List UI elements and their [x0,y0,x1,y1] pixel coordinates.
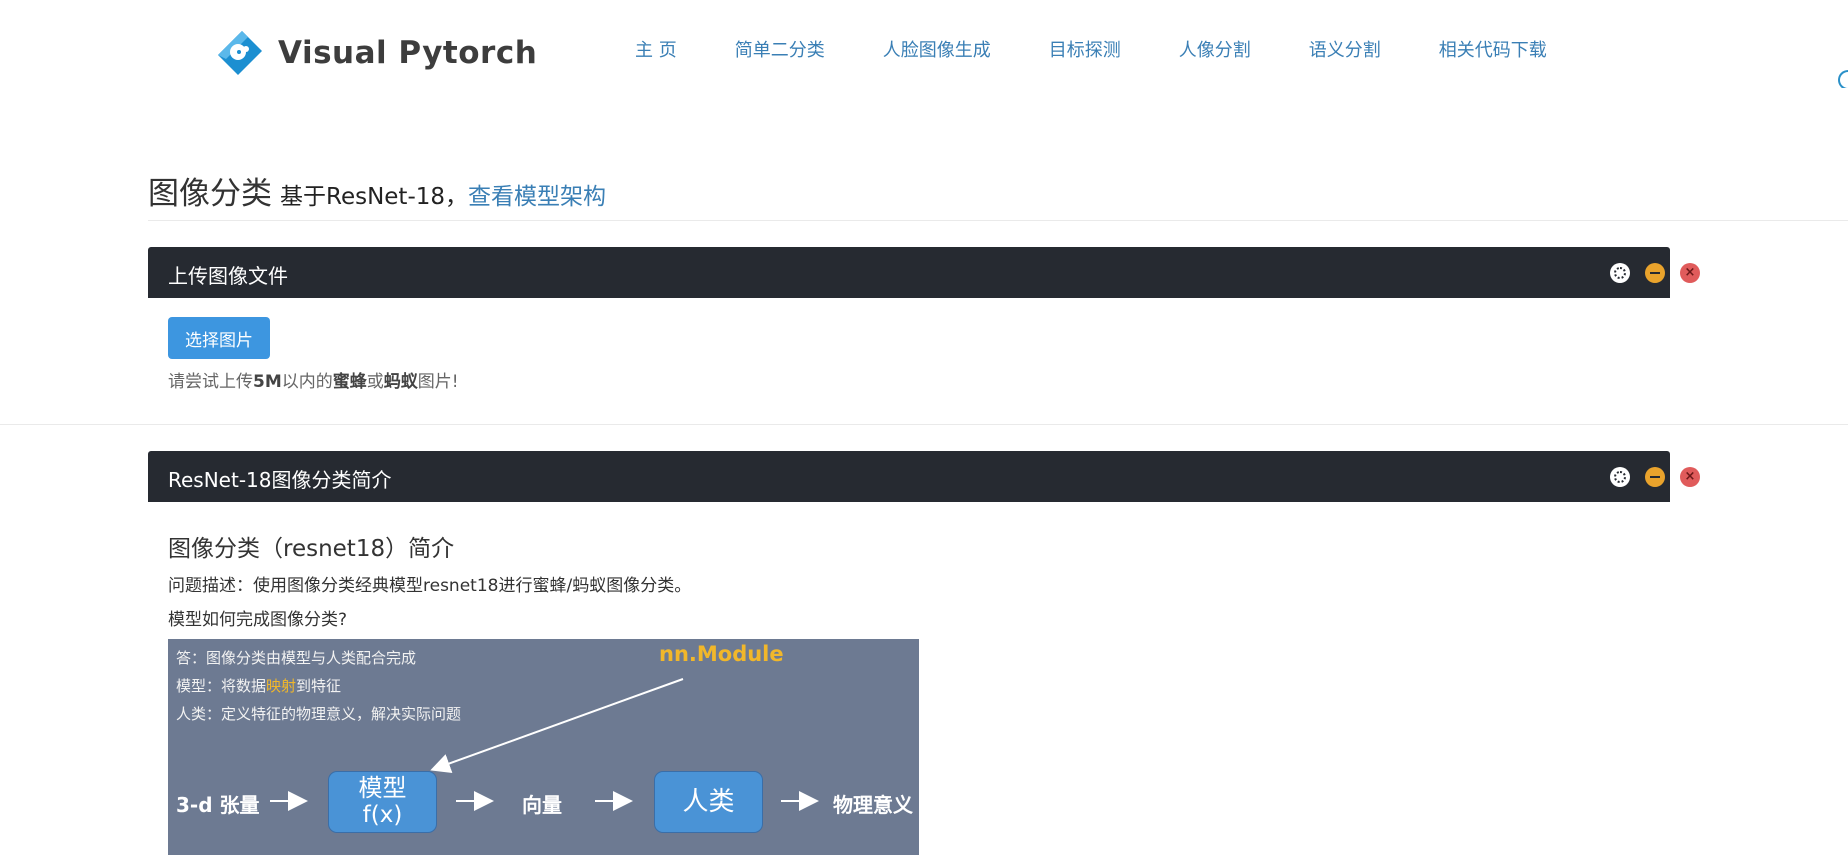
diagram-vector: 向量 [522,793,562,817]
logo-text: Visual Pytorch [278,35,538,71]
human-box: 人类 [654,771,763,833]
nav-links: 主 页 简单二分类 人脸图像生成 目标探测 人像分割 语义分割 相关代码下载 [635,36,1605,62]
model-box-title: 模型 [358,774,407,802]
nav-link-portrait-segmentation[interactable]: 人像分割 [1179,36,1251,62]
page-header: 图像分类 基于ResNet-18， 查看模型架构 [148,168,606,213]
diagram-output: 物理意义 [833,793,913,817]
diagram-arrows [270,678,819,811]
model-box-formula: f(x) [362,802,403,828]
logo[interactable]: Visual Pytorch [212,26,537,80]
model-box: 模型 f(x) [328,771,437,833]
nav-link-face-generation[interactable]: 人脸图像生成 [883,36,991,62]
page-subtitle: 基于ResNet-18， [280,184,469,210]
nav-link-code-download[interactable]: 相关代码下载 [1439,36,1547,62]
hint-text: 或 [366,372,384,392]
hint-ant: 蚂蚁 [383,372,418,392]
close-icon[interactable]: × [1680,467,1700,487]
diagram-input: 3-d 张量 [176,793,260,817]
classification-diagram: 答：图像分类由模型与人类配合完成 模型：将数据映射到特征 人类：定义特征的物理意… [168,639,919,855]
expand-icon[interactable] [1610,263,1630,283]
close-icon[interactable]: × [1680,263,1700,283]
header-divider [148,220,1848,221]
page-title: 图像分类 [148,176,272,212]
intro-panel-title: ResNet-18图像分类简介 [168,468,392,492]
upload-hint: 请尝试上传5M以内的蜜蜂或蚂蚁图片! [168,367,459,392]
view-architecture-link[interactable]: 查看模型架构 [468,177,606,211]
collapse-icon[interactable] [1645,263,1665,283]
hint-bee: 蜜蜂 [332,372,367,392]
expand-icon[interactable] [1610,467,1630,487]
intro-panel-header: ResNet-18图像分类简介 × [148,451,1700,502]
choose-image-button[interactable]: 选择图片 [168,317,270,359]
section-divider [0,424,1848,425]
collapse-icon[interactable] [1645,467,1665,487]
problem-description: 问题描述：使用图像分类经典模型resnet18进行蜜蜂/蚂蚁图像分类。 [168,576,692,596]
upload-panel-header: 上传图像文件 × [148,247,1700,298]
top-navbar: Visual Pytorch 主 页 简单二分类 人脸图像生成 目标探测 人像分… [0,0,1848,100]
hint-text: 以内的 [281,372,333,392]
hint-size: 5M [253,372,282,392]
nav-link-binary-classification[interactable]: 简单二分类 [735,36,825,62]
hint-text: 请尝试上传 [168,372,253,392]
hint-text: 图片! [417,372,459,392]
nav-link-semantic-segmentation[interactable]: 语义分割 [1309,36,1381,62]
intro-heading: 图像分类（resnet18）简介 [168,536,455,562]
upload-panel-title: 上传图像文件 [168,264,288,288]
loading-spinner-icon [1838,70,1848,88]
logo-icon [212,25,268,81]
nn-module-arrow [430,678,684,773]
nav-link-object-detection[interactable]: 目标探测 [1049,36,1121,62]
nav-link-home[interactable]: 主 页 [635,36,677,62]
question-text: 模型如何完成图像分类? [168,610,348,630]
